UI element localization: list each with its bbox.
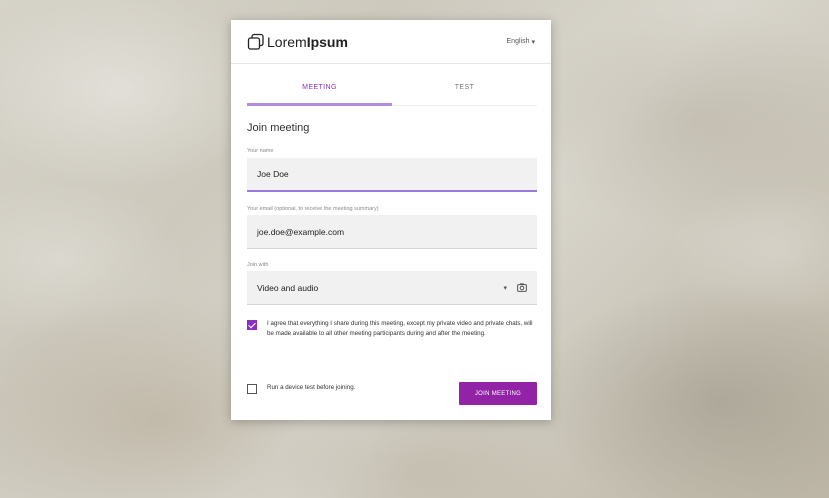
brand-name: LoremIpsum [267, 34, 348, 50]
select-icons: ▾ [503, 283, 527, 292]
form-title: Join meeting [247, 122, 310, 134]
name-field-label: Your name [247, 148, 274, 154]
device-test-checkbox[interactable] [247, 384, 257, 394]
join-meeting-card: LoremIpsum English ▾ MEETING TEST Join m… [231, 20, 551, 420]
consent-text: I agree that everything I share during t… [267, 320, 533, 337]
brand-name-bold: Ipsum [306, 33, 348, 50]
device-test-label: Run a device test before joining. [267, 384, 356, 391]
tab-meeting[interactable]: MEETING [247, 78, 392, 106]
join-with-label: Join with [247, 262, 269, 268]
tab-test[interactable]: TEST [392, 78, 537, 105]
caret-down-icon: ▾ [531, 38, 535, 46]
name-field-value: Joe Doe [257, 169, 289, 179]
card-header: LoremIpsum English ▾ [231, 20, 551, 64]
name-field[interactable]: Joe Doe [247, 158, 537, 192]
email-field[interactable]: joe.doe@example.com [247, 215, 537, 249]
email-field-value: joe.doe@example.com [257, 226, 345, 237]
camera-settings-icon[interactable] [517, 283, 527, 292]
brand-name-light: Lorem [267, 33, 307, 50]
mode-tabs: MEETING TEST [247, 78, 537, 106]
language-label: English [506, 38, 530, 45]
stacked-squares-logo-icon [247, 33, 264, 50]
join-with-value: Video and audio [257, 282, 319, 293]
email-field-label: Your email (optional, to receive the mee… [247, 206, 379, 212]
brand-logo: LoremIpsum [247, 33, 348, 51]
language-selector[interactable]: English ▾ [507, 38, 535, 46]
join-meeting-button[interactable]: JOIN MEETING [459, 382, 537, 405]
caret-down-icon: ▾ [503, 284, 507, 292]
consent-checkbox[interactable] [247, 320, 257, 330]
join-with-select[interactable]: Video and audio ▾ [247, 271, 537, 305]
